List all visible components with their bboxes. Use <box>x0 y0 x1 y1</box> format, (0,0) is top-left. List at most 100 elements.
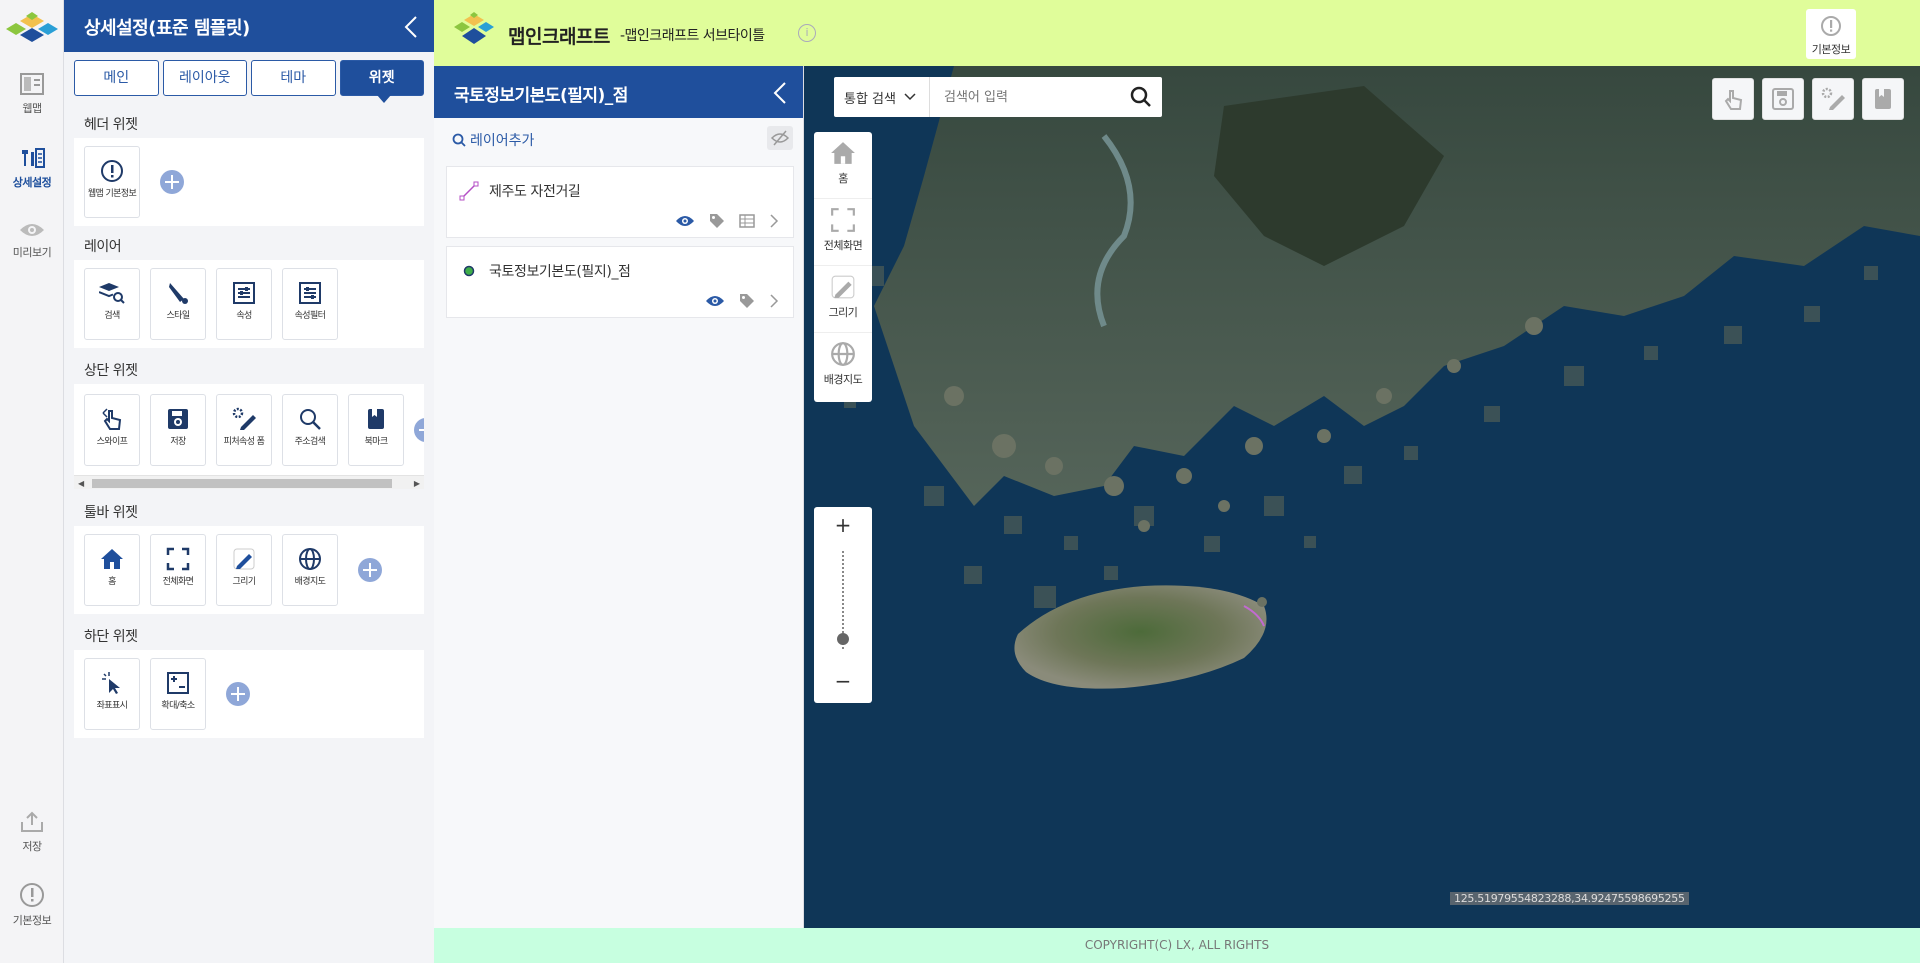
rail-save[interactable]: 저장 <box>0 810 64 872</box>
tab-main[interactable]: 메인 <box>74 60 159 96</box>
zoom-slider-handle[interactable] <box>837 633 849 646</box>
add-layer-label: 레이어추가 <box>470 133 535 149</box>
widget-draw[interactable]: 그리기 <box>216 534 272 606</box>
collapse-chevron-icon[interactable] <box>773 81 787 105</box>
feature-form-tool-button[interactable] <box>1812 78 1854 120</box>
widget-label: 피처속성 폼 <box>223 437 265 447</box>
bookmark-tool-button[interactable] <box>1862 78 1904 120</box>
rail-preview[interactable]: 미리보기 <box>0 220 64 282</box>
info-icon[interactable]: i <box>798 24 816 42</box>
settings-header: 상세설정(표준 템플릿) <box>64 0 434 52</box>
toolbar-fullscreen-button[interactable]: 전체화면 <box>814 199 872 266</box>
tab-theme[interactable]: 테마 <box>251 60 336 96</box>
widget-label: 배경지도 <box>294 577 326 587</box>
map-toolbar: 홈 전체화면 그리기 배경지도 <box>814 132 872 402</box>
app-logo[interactable] <box>2 12 62 46</box>
eye-icon[interactable] <box>705 294 725 308</box>
section-title-bottom-widget: 하단 위젯 <box>84 629 138 645</box>
widget-address-search[interactable]: 주소검색 <box>282 394 338 466</box>
widget-bookmark[interactable]: 북마크 <box>348 394 404 466</box>
hide-all-layers-button[interactable] <box>767 126 793 150</box>
search-type-select[interactable]: 통합 검색 <box>834 77 930 117</box>
add-layer-button[interactable]: 레이어추가 <box>452 130 534 150</box>
zoom-in-button[interactable]: + <box>814 513 872 537</box>
widget-coordinates[interactable]: 좌표표시 <box>84 658 140 730</box>
settings-title: 상세설정(표준 템플릿) <box>84 18 250 39</box>
widget-attribute[interactable]: 속성 <box>216 268 272 340</box>
eye-icon <box>20 224 44 236</box>
info-icon <box>101 160 123 182</box>
map-view[interactable]: 통합 검색 홈 전체화면 그리기 배경지도 + <box>804 66 1920 928</box>
save-tool-button[interactable] <box>1762 78 1804 120</box>
gear-pencil-icon <box>232 407 256 430</box>
widget-search[interactable]: 검색 <box>84 268 140 340</box>
rail-label-save: 저장 <box>22 840 42 853</box>
chevron-right-icon[interactable] <box>769 213 779 229</box>
scrollbar-thumb[interactable] <box>92 479 392 488</box>
widget-home[interactable]: 홈 <box>84 534 140 606</box>
add-toolbar-widget-button[interactable] <box>358 558 382 582</box>
widget-swipe[interactable]: 스와이프 <box>84 394 140 466</box>
widget-label: 그리기 <box>232 577 256 587</box>
layers-panel: 국토정보기본도(필지)_점 레이어추가 제주도 자전거길 국토정보기본도(필지)… <box>434 66 804 963</box>
layer-item-jeju-bike[interactable]: 제주도 자전거길 <box>446 166 794 238</box>
brand-logo[interactable] <box>448 12 500 54</box>
toolbar-home-button[interactable]: 홈 <box>814 132 872 199</box>
layer-item-national-parcel-point[interactable]: 국토정보기본도(필지)_점 <box>446 246 794 318</box>
swipe-tool-button[interactable] <box>1712 78 1754 120</box>
tag-icon[interactable] <box>739 293 755 309</box>
satellite-basemap[interactable] <box>804 66 1920 928</box>
tools-icon <box>22 148 45 168</box>
fullscreen-icon <box>831 208 855 232</box>
search-input[interactable] <box>930 78 1126 116</box>
swipe-hand-icon <box>102 408 122 430</box>
brush-icon <box>169 283 188 304</box>
widget-attribute-filter[interactable]: 속성필터 <box>282 268 338 340</box>
search-type-label: 통합 검색 <box>844 91 896 107</box>
add-bottom-widget-button[interactable] <box>226 682 250 706</box>
zoom-plus-minus-icon <box>167 672 189 694</box>
widget-label: 저장 <box>170 437 186 447</box>
add-top-widget-button[interactable] <box>414 418 424 442</box>
scroll-left-icon[interactable]: ◀ <box>78 479 84 488</box>
toolbar-basemap-button[interactable]: 배경지도 <box>814 333 872 400</box>
eye-icon[interactable] <box>675 214 695 228</box>
toolbar-draw-button[interactable]: 그리기 <box>814 266 872 333</box>
section-header-widget: 웹맵 기본정보 <box>74 138 424 226</box>
widget-fullscreen[interactable]: 전체화면 <box>150 534 206 606</box>
pencil-icon <box>831 275 855 299</box>
eye-off-icon <box>770 130 790 146</box>
widget-save[interactable]: 저장 <box>150 394 206 466</box>
layers-search-icon <box>99 283 125 304</box>
search-icon[interactable] <box>1130 86 1152 108</box>
bookmark-icon <box>1875 89 1891 109</box>
chevron-right-icon[interactable] <box>769 293 779 309</box>
widget-label: 홈 <box>108 577 116 587</box>
widget-feature-form[interactable]: 피처속성 폼 <box>216 394 272 466</box>
collapse-chevron-icon[interactable] <box>404 15 418 39</box>
scroll-right-icon[interactable]: ▶ <box>414 479 420 488</box>
tag-icon[interactable] <box>709 213 725 229</box>
bookmark-icon <box>368 409 384 429</box>
table-icon[interactable] <box>739 214 755 228</box>
top-widget-scrollbar[interactable]: ◀ ▶ <box>74 475 424 489</box>
basic-info-button[interactable]: 기본정보 <box>1806 9 1856 59</box>
tab-layout[interactable]: 레이아웃 <box>162 60 247 96</box>
zoom-control: + − <box>814 507 872 703</box>
tab-widget[interactable]: 위젯 <box>339 60 424 103</box>
rail-basic-info[interactable]: 기본정보 <box>0 882 64 944</box>
search-icon <box>452 133 466 147</box>
layer-name: 국토정보기본도(필지)_점 <box>489 264 631 280</box>
rail-detail-settings[interactable]: 상세설정 <box>0 146 64 208</box>
zoom-out-button[interactable]: − <box>814 669 872 693</box>
widget-basemap[interactable]: 배경지도 <box>282 534 338 606</box>
rail-webmap[interactable]: 웹맵 <box>0 72 64 134</box>
header-bar: 맵인크래프트 -맵인크래프트 서브타이틀 i 기본정보 <box>434 0 1920 66</box>
settings-tabs: 메인 레이아웃 테마 위젯 <box>64 52 434 103</box>
widget-zoom[interactable]: 확대/축소 <box>150 658 206 730</box>
add-header-widget-button[interactable] <box>160 170 184 194</box>
widget-style[interactable]: 스타일 <box>150 268 206 340</box>
layer-actions <box>705 293 779 309</box>
sliders-icon <box>233 282 255 304</box>
widget-webmap-info[interactable]: 웹맵 기본정보 <box>84 146 140 218</box>
